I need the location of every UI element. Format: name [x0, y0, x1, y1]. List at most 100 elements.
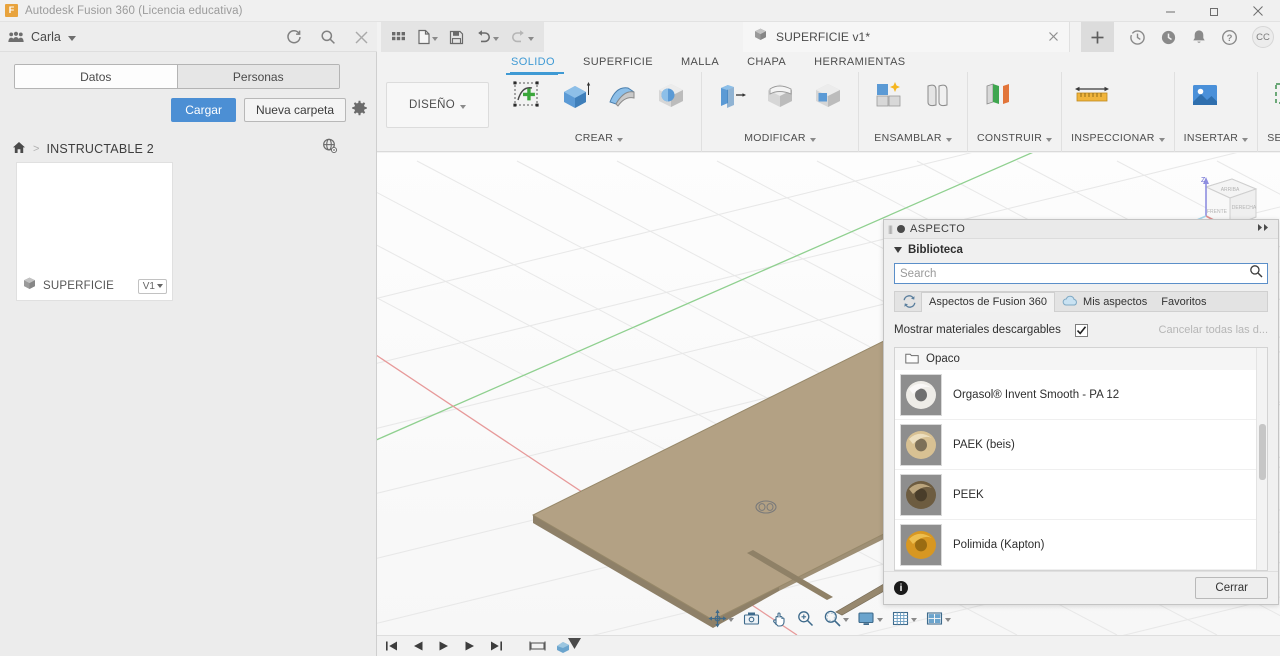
- go-to-beginning-icon[interactable]: [385, 640, 398, 652]
- ribbon-panel-insertar-label[interactable]: INSERTAR: [1184, 128, 1249, 148]
- close-dialog-button[interactable]: Cerrar: [1195, 577, 1268, 599]
- library-tab-fusion360[interactable]: Aspectos de Fusion 360: [921, 291, 1056, 312]
- help-icon[interactable]: ?: [1221, 29, 1238, 46]
- play-icon[interactable]: [438, 640, 450, 652]
- pan-icon[interactable]: [766, 607, 791, 630]
- window-title: Autodesk Fusion 360 (Licencia educativa): [25, 4, 243, 17]
- library-tab-mis-aspectos[interactable]: Mis aspectos: [1055, 292, 1154, 311]
- timeline-settings-icon[interactable]: [529, 640, 546, 652]
- material-row[interactable]: PAEK (beis): [895, 420, 1267, 470]
- tab-personas[interactable]: Personas: [176, 65, 339, 88]
- orbit-icon[interactable]: [705, 607, 737, 630]
- breadcrumb-current[interactable]: INSTRUCTABLE 2: [46, 142, 153, 156]
- file-card[interactable]: SUPERFICIE V1: [16, 162, 173, 301]
- grid-settings-icon[interactable]: [888, 607, 920, 630]
- gear-icon[interactable]: [351, 100, 368, 122]
- step-forward-icon[interactable]: [464, 640, 476, 652]
- sphere-icon[interactable]: [650, 75, 692, 115]
- search-input[interactable]: [900, 267, 1249, 280]
- redo-icon[interactable]: [506, 27, 538, 47]
- restore-icon[interactable]: [1192, 0, 1236, 22]
- file-version-dropdown[interactable]: V1: [137, 278, 167, 294]
- new-file-icon[interactable]: [413, 26, 442, 48]
- add-tab-button[interactable]: [1081, 22, 1114, 52]
- close-icon[interactable]: [1048, 31, 1059, 44]
- revolve-icon[interactable]: [602, 75, 644, 115]
- breadcrumb: > INSTRUCTABLE 2: [12, 137, 367, 161]
- chevron-down-icon[interactable]: [67, 35, 76, 41]
- folder-row-opaco[interactable]: Opaco: [895, 348, 1267, 370]
- fillet-icon[interactable]: [759, 75, 801, 115]
- shell-icon[interactable]: [807, 75, 849, 115]
- grid-apps-icon[interactable]: [387, 27, 410, 48]
- material-name: Polimida (Kapton): [953, 538, 1045, 551]
- undo-icon[interactable]: [471, 27, 503, 47]
- expand-right-icon[interactable]: [1257, 223, 1274, 235]
- go-to-end-icon[interactable]: [490, 640, 503, 652]
- search-icon[interactable]: [320, 29, 336, 45]
- materials-scrollbar[interactable]: [1256, 348, 1267, 570]
- chevron-down-icon: [157, 284, 163, 288]
- search-icon[interactable]: [1249, 264, 1263, 283]
- upload-button[interactable]: Cargar: [171, 98, 236, 122]
- selection-filter-icon[interactable]: [1267, 75, 1280, 115]
- biblioteca-section-header[interactable]: Biblioteca: [884, 239, 1278, 260]
- document-tab[interactable]: SUPERFICIE v1*: [743, 22, 1070, 52]
- ribbon-panel-ensamblar-label[interactable]: ENSAMBLAR: [868, 128, 958, 148]
- user-menu[interactable]: Carla: [8, 22, 76, 52]
- home-icon[interactable]: [12, 141, 26, 157]
- look-at-icon[interactable]: [739, 607, 764, 630]
- cube-icon: [22, 276, 37, 296]
- history-icon[interactable]: [1129, 29, 1146, 46]
- close-icon[interactable]: [1236, 0, 1280, 22]
- show-downloadable-checkbox[interactable]: [1074, 323, 1088, 337]
- refresh-icon[interactable]: [897, 294, 921, 309]
- material-row[interactable]: Polimida (Kapton): [895, 520, 1267, 570]
- zoom-icon[interactable]: [820, 607, 852, 630]
- insert-image-icon[interactable]: [1184, 75, 1226, 115]
- job-status-icon[interactable]: [1160, 29, 1177, 46]
- notifications-icon[interactable]: [1191, 29, 1207, 46]
- material-row[interactable]: PEEK: [895, 470, 1267, 520]
- people-icon: [8, 31, 24, 43]
- materials-list[interactable]: Opaco Orgasol® Invent Smooth - PA 12 PAE…: [894, 347, 1268, 571]
- navigation-toolbar: [705, 604, 954, 632]
- save-icon[interactable]: [445, 27, 468, 48]
- zoom-window-icon[interactable]: [793, 607, 818, 630]
- measure-icon[interactable]: [1071, 75, 1113, 115]
- new-folder-button[interactable]: Nueva carpeta: [243, 98, 346, 122]
- ribbon-panel-seleccionar-label[interactable]: SELECCIONAR: [1267, 128, 1280, 148]
- step-back-icon[interactable]: [412, 640, 424, 652]
- ribbon-panel-construir-label[interactable]: CONSTRUIR: [977, 128, 1053, 148]
- refresh-icon[interactable]: [286, 29, 302, 45]
- ribbon-panel-inspeccionar-label[interactable]: INSPECCIONAR: [1071, 128, 1165, 148]
- info-icon[interactable]: i: [894, 581, 908, 595]
- chevron-down-icon: [877, 618, 883, 622]
- aspecto-dialog[interactable]: ||| ASPECTO Biblioteca Search Aspectos d…: [883, 219, 1279, 605]
- new-component-icon[interactable]: [868, 75, 910, 115]
- timeline-marker-icon[interactable]: [556, 637, 582, 655]
- extrude-icon[interactable]: [554, 75, 596, 115]
- create-sketch-icon[interactable]: [506, 75, 548, 115]
- globe-icon[interactable]: [322, 138, 338, 159]
- ribbon-panel-inspeccionar-tools: [1071, 72, 1165, 128]
- drag-handle-icon[interactable]: |||: [888, 224, 893, 234]
- search-field[interactable]: [894, 263, 1268, 284]
- avatar[interactable]: CC: [1252, 26, 1274, 48]
- press-pull-icon[interactable]: [711, 75, 753, 115]
- ribbon-panel-crear-label[interactable]: CREAR: [506, 128, 692, 148]
- display-settings-icon[interactable]: [854, 607, 886, 630]
- library-tab-favoritos[interactable]: Favoritos: [1154, 292, 1213, 311]
- aspecto-title-bar[interactable]: ||| ASPECTO: [884, 220, 1278, 239]
- workspace-selector[interactable]: DISEÑO: [386, 82, 489, 128]
- ribbon-panel-modificar-label[interactable]: MODIFICAR: [711, 128, 849, 148]
- ribbon-tab-herramientas-label: HERRAMIENTAS: [814, 56, 906, 68]
- tab-datos[interactable]: Datos: [15, 65, 177, 88]
- scrollbar-thumb[interactable]: [1259, 424, 1266, 480]
- close-icon[interactable]: [354, 30, 369, 45]
- material-row[interactable]: Orgasol® Invent Smooth - PA 12: [895, 370, 1267, 420]
- viewports-icon[interactable]: [922, 607, 954, 630]
- minimize-icon[interactable]: [1148, 0, 1192, 22]
- joint-icon[interactable]: [916, 75, 958, 115]
- offset-plane-icon[interactable]: [977, 75, 1019, 115]
